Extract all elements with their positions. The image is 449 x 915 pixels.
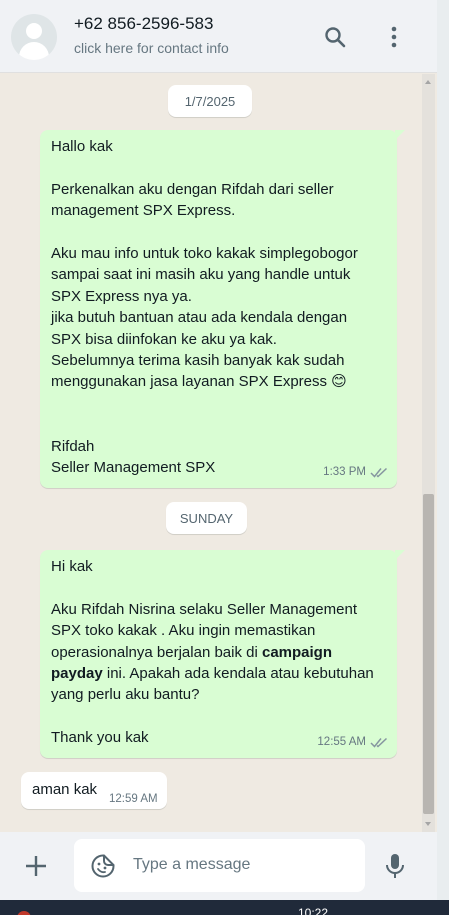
message-time: 1:33 PM <box>323 465 366 478</box>
message-text-line <box>51 414 358 435</box>
message-text-line: Hallo kak <box>51 138 113 155</box>
message-input-box[interactable] <box>74 839 365 892</box>
menu-icon[interactable] <box>381 24 407 50</box>
message-list[interactable]: 1/7/2025 Hallo kak Perkenalkan aku denga… <box>0 74 437 832</box>
date-separator: SUNDAY <box>166 502 247 534</box>
message-text-line: operasionalnya berjalan baik di campaign <box>51 642 374 663</box>
double-check-icon <box>370 737 388 748</box>
message-text-line: Perkenalkan aku dengan Rifdah dari selle… <box>51 180 334 198</box>
message-text-line: SPX toko kakak . Aku ingin memastikan <box>51 622 316 640</box>
message-text-line: Hi kak <box>51 558 93 575</box>
bold-text: payday <box>51 665 103 683</box>
message-text-line <box>51 706 374 727</box>
message-text-line: yang perlu aku bantu? <box>51 686 200 704</box>
date-separator: 1/7/2025 <box>168 85 252 117</box>
message-bubble-outgoing[interactable]: Hi kak Aku Rifdah Nisrina selaku Seller … <box>40 550 405 758</box>
message-composer <box>0 832 437 900</box>
message-text-line: operasionalnya berjalan baik di <box>51 643 258 661</box>
message-text-line <box>51 222 358 243</box>
os-taskbar: 10:22 <box>0 900 449 915</box>
message-text-line <box>51 393 358 414</box>
message-text-line: ini. Apakah ada kendala atau kebutuhan <box>102 665 374 683</box>
message-input[interactable] <box>133 853 353 877</box>
avatar[interactable] <box>11 14 57 60</box>
scrollbar[interactable] <box>422 74 435 832</box>
contact-info-link[interactable]: click here for contact info <box>74 40 229 56</box>
window-edge <box>437 0 449 900</box>
message-text-line <box>51 157 358 178</box>
message-text-line <box>51 577 374 598</box>
sticker-icon[interactable] <box>90 853 116 879</box>
scroll-up-arrow[interactable] <box>425 80 431 84</box>
message-time: 12:59 AM <box>109 793 158 805</box>
search-icon[interactable] <box>322 24 348 50</box>
mic-icon[interactable] <box>383 852 407 880</box>
message-text-line: SPX bisa diinfokan ke aku ya kak. <box>51 330 277 348</box>
message-text-line: SPX Express nya ya. <box>51 287 192 305</box>
scroll-down-arrow[interactable] <box>425 822 431 826</box>
app-icon[interactable] <box>17 911 31 915</box>
message-text-line: management SPX Express. <box>51 202 236 220</box>
message-bubble-outgoing[interactable]: Hallo kak Perkenalkan aku dengan Rifdah … <box>40 130 405 488</box>
message-text-line: payday ini. Apakah ada kendala atau kebu… <box>51 663 374 684</box>
message-meta: 12:55 AM <box>317 732 388 753</box>
message-text-line: Aku Rifdah Nisrina selaku Seller Managem… <box>51 600 357 618</box>
message-text-line: jika butuh bantuan atau ada kendala deng… <box>51 309 348 327</box>
chat-header: +62 856-2596-583 click here for contact … <box>0 0 437 73</box>
scrollbar-thumb[interactable] <box>423 494 434 814</box>
double-check-icon <box>370 467 388 478</box>
taskbar-clock: 10:22 <box>298 906 329 915</box>
message-text-line: sampai saat ini masih aku yang handle un… <box>51 266 351 284</box>
contact-name[interactable]: +62 856-2596-583 <box>74 14 213 34</box>
message-time: 12:55 AM <box>317 735 366 748</box>
message-text-line: Seller Management SPX <box>51 459 216 477</box>
message-text-line: aman kak <box>32 781 98 798</box>
message-text-line: Sebelumnya terima kasih banyak kak sudah <box>51 352 345 370</box>
plus-icon[interactable] <box>22 852 50 880</box>
message-meta: 1:33 PM <box>323 462 388 483</box>
bold-text: campaign <box>261 643 333 661</box>
message-text-line: Rifdah <box>51 437 95 455</box>
chat-window: +62 856-2596-583 click here for contact … <box>0 0 437 900</box>
message-bubble-incoming[interactable]: aman kak 12:59 AM <box>21 772 167 809</box>
message-text-line: Aku mau info untuk toko kakak simplegobo… <box>51 245 358 262</box>
message-text-line: menggunakan jasa layanan SPX Express 😊 <box>51 373 347 391</box>
